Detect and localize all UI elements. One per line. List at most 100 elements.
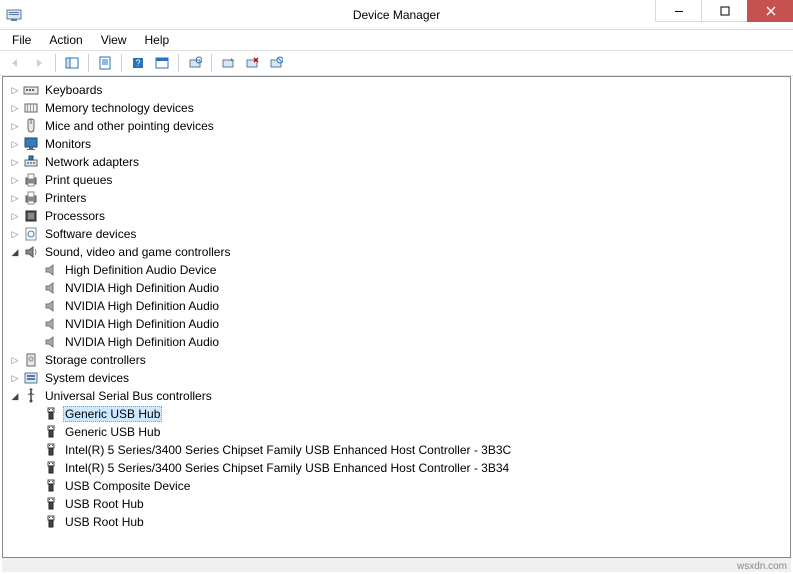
tree-children: High Definition Audio DeviceNVIDIA High … [9,261,790,351]
tree-item[interactable]: Generic USB Hub [29,423,790,441]
keyboard-icon [23,82,39,98]
toolbar-separator [121,54,122,72]
tree-category[interactable]: ▷ Mice and other pointing devices [9,117,790,135]
tree-item[interactable]: Intel(R) 5 Series/3400 Series Chipset Fa… [29,459,790,477]
window-controls [655,0,793,22]
expand-icon[interactable]: ▷ [9,210,21,222]
tree-item[interactable]: NVIDIA High Definition Audio [29,315,790,333]
expand-icon[interactable]: ▷ [9,372,21,384]
tree-category[interactable]: ▷ Print queues [9,171,790,189]
tree-category[interactable]: ▷ Keyboards [9,81,790,99]
app-icon [6,7,22,23]
expand-icon[interactable]: ▷ [9,174,21,186]
close-button[interactable] [747,0,793,22]
expand-icon[interactable]: ▷ [9,192,21,204]
tree-item[interactable]: USB Root Hub [29,513,790,531]
device-tree-panel[interactable]: ▷ Keyboards ▷ Memory technology devices ▷ Mic… [2,76,791,558]
tree-category[interactable]: ◢ Universal Serial Bus controllers [9,387,790,405]
expand-icon[interactable]: ▷ [9,120,21,132]
toolbar: ? [0,50,793,76]
disable-button[interactable] [265,52,287,74]
usb-icon [23,388,39,404]
tree-category-label: Universal Serial Bus controllers [43,388,214,404]
tree-item-label: NVIDIA High Definition Audio [63,334,221,350]
expand-icon[interactable]: ▷ [9,138,21,150]
menu-view[interactable]: View [93,31,135,49]
tree-item-label: NVIDIA High Definition Audio [63,280,221,296]
forward-button[interactable] [28,52,50,74]
tree-item-label: Generic USB Hub [63,424,162,440]
device-tree: ▷ Keyboards ▷ Memory technology devices ▷ Mic… [3,77,790,535]
expand-icon[interactable]: ▷ [9,354,21,366]
tree-item[interactable]: USB Composite Device [29,477,790,495]
update-driver-button[interactable] [217,52,239,74]
tree-category-label: Software devices [43,226,138,242]
tree-category[interactable]: ▷Storage controllers [9,351,790,369]
tree-category[interactable]: ▷ Printers [9,189,790,207]
tree-category-label: Print queues [43,172,114,188]
usb-plug-icon [43,424,59,440]
printer-icon [23,172,39,188]
show-hide-tree-button[interactable] [61,52,83,74]
usb-plug-icon [43,478,59,494]
tree-category[interactable]: ▷Monitors [9,135,790,153]
properties-button[interactable] [94,52,116,74]
expand-icon[interactable]: ▷ [9,84,21,96]
scan-hardware-button[interactable] [184,52,206,74]
usb-plug-icon [43,406,59,422]
tree-category-label: Memory technology devices [43,100,196,116]
tree-item[interactable]: High Definition Audio Device [29,261,790,279]
action-button[interactable] [151,52,173,74]
tree-category[interactable]: ▷ Memory technology devices [9,99,790,117]
tree-item-label: Intel(R) 5 Series/3400 Series Chipset Fa… [63,442,513,458]
tree-category-label: Keyboards [43,82,104,98]
statusbar [2,558,791,572]
tree-category[interactable]: ▷ Software devices [9,225,790,243]
expand-icon[interactable]: ▷ [9,156,21,168]
collapse-icon[interactable]: ◢ [9,246,21,258]
collapse-icon[interactable]: ◢ [9,390,21,402]
speaker-icon [43,262,59,278]
tree-item-label: USB Composite Device [63,478,192,494]
svg-text:?: ? [135,58,140,68]
tree-category-label: Mice and other pointing devices [43,118,216,134]
maximize-button[interactable] [701,0,747,22]
expand-icon[interactable]: ▷ [9,228,21,240]
tree-category-label: Network adapters [43,154,141,170]
tree-item-label: NVIDIA High Definition Audio [63,316,221,332]
uninstall-button[interactable] [241,52,263,74]
minimize-button[interactable] [655,0,701,22]
tree-item[interactable]: NVIDIA High Definition Audio [29,297,790,315]
titlebar: Device Manager [0,0,793,30]
speaker-icon [43,334,59,350]
help-button[interactable]: ? [127,52,149,74]
menu-file[interactable]: File [4,31,39,49]
system-icon [23,370,39,386]
tree-item[interactable]: Intel(R) 5 Series/3400 Series Chipset Fa… [29,441,790,459]
speaker-icon [43,316,59,332]
back-button[interactable] [4,52,26,74]
toolbar-separator [178,54,179,72]
tree-category-label: Processors [43,208,107,224]
tree-item[interactable]: Generic USB Hub [29,405,790,423]
memory-icon [23,100,39,116]
tree-category[interactable]: ◢Sound, video and game controllers [9,243,790,261]
tree-item-label: NVIDIA High Definition Audio [63,298,221,314]
tree-category[interactable]: ▷System devices [9,369,790,387]
tree-item-label: USB Root Hub [63,514,146,530]
menu-help[interactable]: Help [137,31,178,49]
tree-item[interactable]: NVIDIA High Definition Audio [29,279,790,297]
tree-item[interactable]: USB Root Hub [29,495,790,513]
storage-icon [23,352,39,368]
network-icon [23,154,39,170]
speaker-icon [43,298,59,314]
tree-item-label: Intel(R) 5 Series/3400 Series Chipset Fa… [63,460,511,476]
expand-icon[interactable]: ▷ [9,102,21,114]
tree-category-label: Printers [43,190,88,206]
software-icon [23,226,39,242]
tree-item[interactable]: NVIDIA High Definition Audio [29,333,790,351]
printer-icon [23,190,39,206]
menu-action[interactable]: Action [41,31,90,49]
tree-category[interactable]: ▷ Processors [9,207,790,225]
tree-category[interactable]: ▷ Network adapters [9,153,790,171]
